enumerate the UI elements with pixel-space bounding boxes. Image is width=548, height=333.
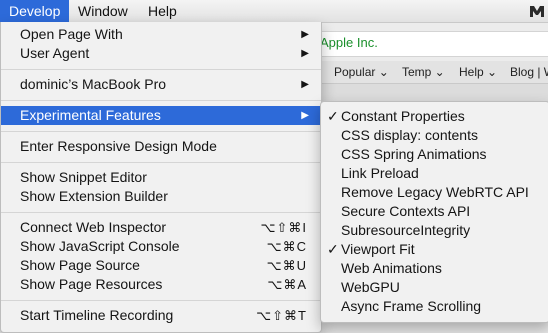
submenu-arrow-icon: ▶ <box>301 48 309 59</box>
menu-separator <box>1 131 321 132</box>
shortcut-label: ⌥⌘C <box>266 239 307 254</box>
shortcut-label: ⌥⇧⌘I <box>260 220 307 235</box>
menu-item-responsive-design-mode[interactable]: Enter Responsive Design Mode <box>1 137 321 156</box>
checkmark-icon: ✓ <box>327 108 339 124</box>
menubar-help[interactable]: Help <box>139 0 186 22</box>
menu-separator <box>1 162 321 163</box>
menu-item-open-page-with[interactable]: Open Page With ▶ <box>1 25 321 44</box>
bookmark-blog[interactable]: Blog | W <box>510 65 548 79</box>
menu-item-page-resources[interactable]: Show Page Resources ⌥⌘A <box>1 275 321 294</box>
bookmarks-bar: Popular ⌄ Temp ⌄ Help ⌄ Blog | W <box>300 61 548 84</box>
menu-bar: Develop Window Help <box>0 0 548 23</box>
feature-css-spring-animations[interactable]: CSS Spring Animations <box>321 145 548 164</box>
feature-css-display-contents[interactable]: CSS display: contents <box>321 126 548 145</box>
status-app-icon[interactable] <box>528 2 546 20</box>
experimental-features-submenu: ✓ Constant Properties CSS display: conte… <box>320 101 548 323</box>
shortcut-label: ⌥⇧⌘T <box>256 308 307 323</box>
bookmark-help[interactable]: Help ⌄ <box>459 65 497 79</box>
menu-item-timeline-recording[interactable]: Start Timeline Recording ⌥⇧⌘T <box>1 306 321 325</box>
bookmark-popular[interactable]: Popular ⌄ <box>334 65 389 79</box>
feature-secure-contexts[interactable]: Secure Contexts API <box>321 202 548 221</box>
shortcut-label: ⌥⌘U <box>266 258 307 273</box>
feature-async-frame-scrolling[interactable]: Async Frame Scrolling <box>321 297 548 316</box>
submenu-arrow-icon: ▶ <box>301 29 309 40</box>
develop-menu: Open Page With ▶ User Agent ▶ dominic’s Ma… <box>0 22 322 333</box>
menubar-window[interactable]: Window <box>69 0 137 22</box>
menu-item-extension-builder[interactable]: Show Extension Builder <box>1 187 321 206</box>
feature-subresource-integrity[interactable]: SubresourceIntegrity <box>321 221 548 240</box>
feature-link-preload[interactable]: Link Preload <box>321 164 548 183</box>
menubar-develop[interactable]: Develop <box>0 0 70 22</box>
menu-item-page-source[interactable]: Show Page Source ⌥⌘U <box>1 256 321 275</box>
menu-item-snippet-editor[interactable]: Show Snippet Editor <box>1 168 321 187</box>
checkmark-icon: ✓ <box>327 241 339 257</box>
menu-item-experimental-features[interactable]: Experimental Features ▶ <box>1 106 321 125</box>
menu-item-user-agent[interactable]: User Agent ▶ <box>1 44 321 63</box>
menu-item-connect-web-inspector[interactable]: Connect Web Inspector ⌥⇧⌘I <box>1 218 321 237</box>
menu-separator <box>1 300 321 301</box>
shortcut-label: ⌥⌘A <box>267 277 307 292</box>
menu-item-javascript-console[interactable]: Show JavaScript Console ⌥⌘C <box>1 237 321 256</box>
menu-separator <box>1 100 321 101</box>
feature-viewport-fit[interactable]: ✓ Viewport Fit <box>321 240 548 259</box>
submenu-arrow-icon: ▶ <box>301 110 309 121</box>
address-bar[interactable]: Apple Inc. <box>300 31 548 57</box>
menu-separator <box>1 212 321 213</box>
address-text: Apple Inc. <box>320 35 378 50</box>
feature-webgpu[interactable]: WebGPU <box>321 278 548 297</box>
feature-remove-legacy-webrtc[interactable]: Remove Legacy WebRTC API <box>321 183 548 202</box>
menu-item-device[interactable]: dominic’s MacBook Pro ▶ <box>1 75 321 94</box>
submenu-arrow-icon: ▶ <box>301 79 309 90</box>
feature-constant-properties[interactable]: ✓ Constant Properties <box>321 107 548 126</box>
feature-web-animations[interactable]: Web Animations <box>321 259 548 278</box>
bookmark-temp[interactable]: Temp ⌄ <box>402 65 445 79</box>
menu-separator <box>1 69 321 70</box>
